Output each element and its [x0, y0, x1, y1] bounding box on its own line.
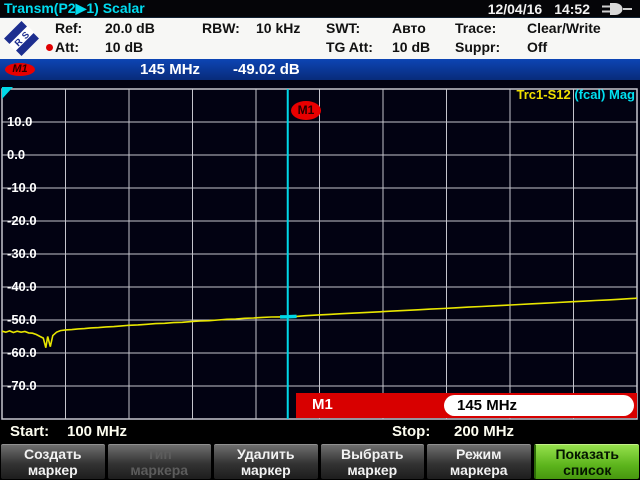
softkey-delete-marker[interactable]: Удалить маркер — [214, 444, 318, 479]
instrument-screen: Transm(P2▶1) Scalar 12/04/16 14:52 R S R… — [0, 0, 640, 480]
suppr-value: Off — [527, 39, 547, 55]
softkey-label: Показать — [536, 446, 640, 462]
ref-label: Ref: — [55, 20, 82, 36]
marker-level: -49.02 dB — [233, 61, 300, 78]
y-tick-label: 0.0 — [7, 147, 51, 162]
tgatt-value: 10 dB — [392, 39, 430, 55]
rbw-label: RBW: — [202, 20, 240, 36]
trace-detector: (fcal) Mag — [571, 87, 635, 102]
softkey-row: Создать маркер Тип маркера Удалить марке… — [0, 443, 640, 480]
marker-m1-flag: M1 — [291, 101, 321, 120]
y-tick-label: -10.0 — [7, 180, 51, 195]
time: 14:52 — [554, 1, 590, 17]
marker-frequency: 145 MHz — [140, 61, 200, 78]
softkey-label: Создать — [1, 446, 105, 462]
softkey-label: маркер — [214, 462, 318, 478]
softkey-label: Удалить — [214, 446, 318, 462]
softkey-marker-mode[interactable]: Режим маркера — [427, 444, 531, 479]
marker-frequency-pill[interactable]: 145 MHz — [444, 395, 634, 416]
trace-title: Trc1-S12 (fcal) Mag — [517, 87, 636, 102]
softkey-label: список — [536, 462, 640, 478]
title-bar: Transm(P2▶1) Scalar 12/04/16 14:52 — [0, 0, 640, 18]
start-label: Start: — [10, 423, 49, 440]
tgatt-label: TG Att: — [326, 39, 373, 55]
softkey-label: маркер — [1, 462, 105, 478]
marker-readout-name: M1 — [312, 396, 333, 413]
y-tick-label: -70.0 — [7, 378, 51, 393]
att-label: Att: — [55, 39, 79, 55]
swt-label: SWT: — [326, 20, 360, 36]
trace-name: Trc1-S12 — [517, 87, 571, 102]
y-tick-label: -20.0 — [7, 213, 51, 228]
trace-label: Trace: — [455, 20, 496, 36]
swt-value: Авто — [392, 20, 426, 36]
y-tick-label: -60.0 — [7, 345, 51, 360]
trace-plot — [0, 80, 640, 420]
softkey-label: Режим — [427, 446, 531, 462]
marker-m1-badge: M1 — [5, 63, 35, 76]
softkey-label: маркера — [427, 462, 531, 478]
date: 12/04/16 — [488, 1, 543, 17]
chart-area: 10.0 0.0 -10.0 -20.0 -30.0 -40.0 -50.0 -60.0 -70… — [0, 80, 640, 420]
stop-value: 200 MHz — [454, 423, 514, 440]
start-value: 100 MHz — [67, 423, 127, 440]
softkey-label: Тип — [108, 446, 212, 462]
ref-value: 20.0 dB — [105, 20, 155, 36]
rbw-value: 10 kHz — [256, 20, 300, 36]
softkey-show-list[interactable]: Показать список — [534, 444, 640, 479]
softkey-label: маркера — [108, 462, 212, 478]
y-tick-label: 10.0 — [7, 114, 51, 129]
ac-power-icon — [602, 2, 632, 16]
y-tick-label: -30.0 — [7, 246, 51, 261]
att-value: 10 dB — [105, 39, 143, 55]
softkey-select-marker[interactable]: Выбрать маркер — [321, 444, 425, 479]
y-tick-label: -40.0 — [7, 279, 51, 294]
softkey-marker-type: Тип маркера — [108, 444, 212, 479]
marker-trace-highlight — [280, 316, 297, 317]
softkey-create-marker[interactable]: Создать маркер — [1, 444, 105, 479]
stop-label: Stop: — [392, 423, 430, 440]
trace-value: Clear/Write — [527, 20, 601, 36]
y-tick-label: -50.0 — [7, 312, 51, 327]
softkey-label: Выбрать — [321, 446, 425, 462]
measurement-title: Transm(P2▶1) Scalar — [0, 0, 145, 17]
settings-header: R S Ref: 20.0 dB RBW: 10 kHz SWT: Авто T… — [0, 18, 640, 59]
marker-readout-bar: M1 145 MHz — [296, 393, 637, 418]
marker-info-bar: M1 145 MHz -49.02 dB — [0, 59, 640, 80]
softkey-label: маркер — [321, 462, 425, 478]
suppr-label: Suppr: — [455, 39, 500, 55]
att-active-dot-icon — [46, 44, 53, 51]
rohde-schwarz-logo-icon: R S — [3, 20, 40, 57]
clock-area: 12/04/16 14:52 — [488, 1, 640, 17]
span-footer: Start: 100 MHz Stop: 200 MHz — [0, 420, 640, 443]
